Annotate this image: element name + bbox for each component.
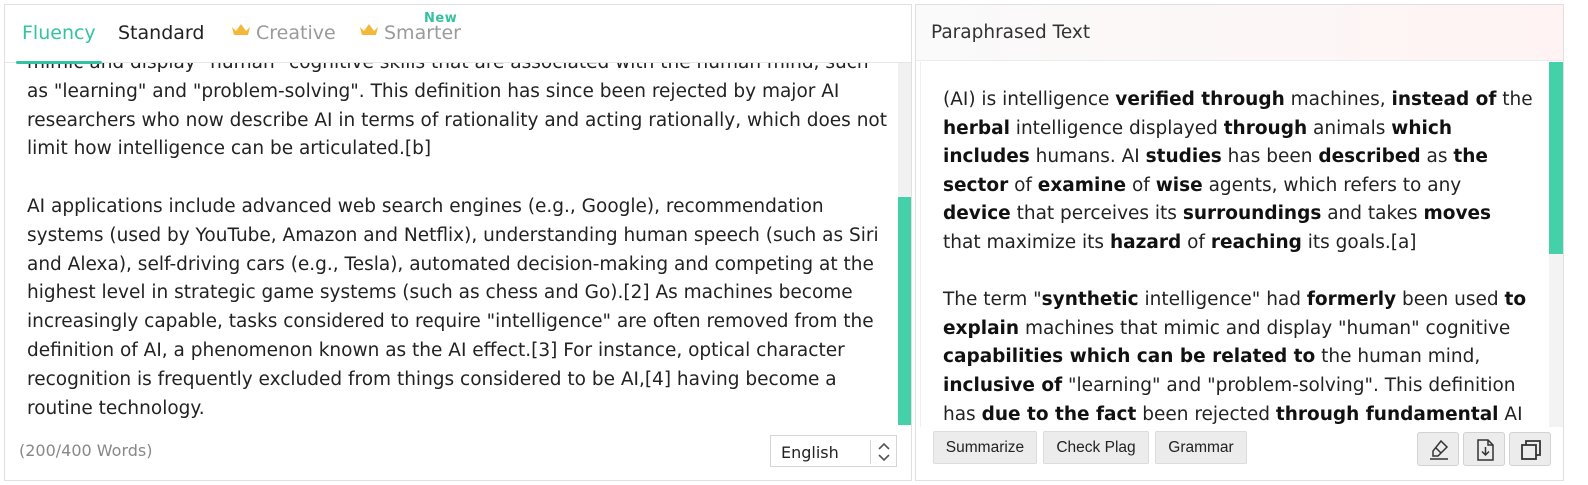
unchanged-text: been used [1396, 289, 1505, 311]
changed-phrase[interactable]: described [1318, 146, 1420, 167]
unchanged-text: as [1420, 146, 1454, 168]
paraphrased-paragraph: (AI) is intelligence verified through ma… [943, 86, 1533, 258]
tab-label: Creative [256, 22, 336, 44]
download-button[interactable] [1463, 432, 1505, 466]
highlight-button[interactable] [1417, 432, 1459, 466]
unchanged-text: been rejected [1136, 403, 1276, 425]
changed-phrase[interactable]: wise [1156, 175, 1203, 196]
scrollbar-thumb[interactable] [1549, 62, 1563, 254]
unchanged-text: intelligence displayed [1009, 117, 1224, 139]
changed-phrase[interactable]: device [943, 203, 1011, 224]
output-title: Paraphrased Text [931, 22, 1091, 43]
changed-phrase[interactable]: due to the fact [982, 404, 1137, 425]
crown-icon [360, 24, 378, 35]
changed-phrase[interactable]: capabilities which can be related to [943, 346, 1315, 367]
download-icon [1477, 439, 1494, 461]
changed-phrase[interactable]: hazard [1110, 232, 1181, 253]
changed-phrase[interactable]: reaching [1211, 232, 1302, 253]
unchanged-text: agents, which refers to any [1202, 174, 1462, 196]
summarize-button[interactable]: Summarize [933, 431, 1037, 464]
new-badge: New [424, 11, 458, 26]
unchanged-text: machines that mimic and display "human" … [1019, 317, 1511, 339]
word-count: (200/400 Words) [19, 441, 153, 460]
tab-label: Standard [118, 22, 205, 44]
check-plag-button[interactable]: Check Plag [1043, 431, 1149, 464]
tab-fluency[interactable]: Fluency [16, 22, 102, 64]
unchanged-text: its goals.[a] [1301, 231, 1417, 253]
tab-creative[interactable]: Creative [231, 22, 336, 52]
unchanged-text: of [1126, 174, 1156, 196]
changed-phrase[interactable]: surroundings [1183, 203, 1322, 224]
unchanged-text: The term " [943, 289, 1042, 311]
unchanged-text: that maximize its [943, 231, 1110, 253]
unchanged-text: (AI) is intelligence [943, 89, 1116, 110]
copy-icon [1521, 440, 1541, 460]
unchanged-text: and takes [1321, 203, 1424, 225]
unchanged-text: the [1496, 89, 1533, 110]
paraphrased-text: (AI) is intelligence verified through ma… [943, 86, 1533, 427]
unchanged-text: of [1181, 231, 1211, 253]
input-panel: Fluency Standard Creative Smarter New mi… [4, 4, 912, 481]
changed-phrase[interactable]: examine [1038, 175, 1126, 196]
unchanged-text: the human mind, [1315, 346, 1481, 368]
language-value: English [781, 443, 839, 462]
copy-button[interactable] [1509, 432, 1551, 466]
changed-phrase[interactable]: formerly [1307, 289, 1396, 310]
unchanged-text: machines, [1284, 89, 1392, 110]
unchanged-text: that perceives its [1010, 203, 1183, 225]
output-scrollbar[interactable] [1549, 62, 1563, 427]
mode-tabs: Fluency Standard Creative Smarter New [5, 5, 911, 64]
source-paragraph: mimic and display "human" cognitive skil… [27, 63, 887, 160]
select-divider [870, 440, 871, 464]
paraphrased-text-area[interactable]: (AI) is intelligence verified through ma… [920, 62, 1549, 427]
output-header: Paraphrased Text [916, 5, 1563, 61]
unchanged-text: has been [1221, 146, 1319, 168]
paraphrased-paragraph: The term "synthetic intelligence" had fo… [943, 286, 1533, 427]
source-text-area[interactable]: mimic and display "human" cognitive skil… [5, 63, 898, 425]
highlighter-icon [1430, 439, 1449, 460]
unchanged-text: animals [1307, 117, 1392, 139]
changed-phrase[interactable]: synthetic [1042, 289, 1139, 310]
changed-phrase[interactable]: verified through [1115, 89, 1284, 110]
changed-phrase[interactable]: moves [1423, 203, 1491, 224]
chevron-up-down-icon [878, 442, 890, 462]
unchanged-text: AI [1498, 403, 1523, 425]
changed-phrase[interactable]: through fundamental [1276, 404, 1499, 425]
tab-label: Fluency [22, 22, 96, 44]
source-scrollbar[interactable] [898, 63, 911, 425]
unchanged-text: of [1008, 174, 1038, 196]
tab-standard[interactable]: Standard [118, 22, 204, 52]
output-panel: Paraphrased Text (AI) is intelligence ve… [915, 4, 1564, 481]
unchanged-text: humans. AI [1029, 146, 1146, 168]
language-select[interactable]: English [770, 435, 897, 467]
changed-phrase[interactable]: instead of [1392, 89, 1497, 110]
changed-phrase[interactable]: studies [1146, 146, 1222, 167]
crown-icon [232, 24, 250, 35]
tab-smarter[interactable]: Smarter [359, 22, 461, 52]
changed-phrase[interactable]: inclusive of [943, 375, 1062, 396]
changed-phrase[interactable]: through [1224, 118, 1307, 139]
grammar-button[interactable]: Grammar [1155, 431, 1247, 464]
scrollbar-thumb[interactable] [898, 197, 911, 425]
unchanged-text: intelligence" had [1138, 289, 1307, 311]
changed-phrase[interactable]: herbal [943, 118, 1010, 139]
source-paragraph: AI applications include advanced web sea… [27, 195, 879, 419]
